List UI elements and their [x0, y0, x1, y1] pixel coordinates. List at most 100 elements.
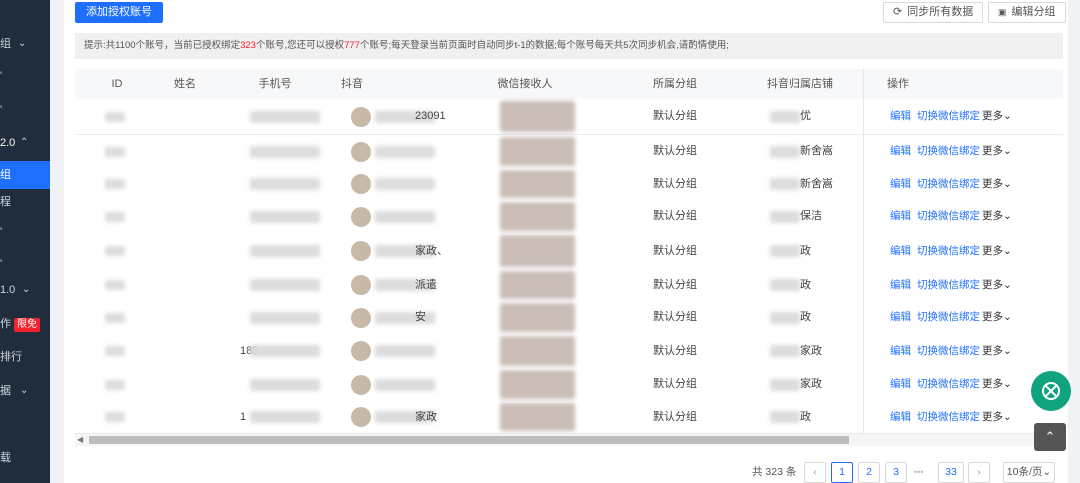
avatar [351, 142, 371, 162]
sidebar-item-label: 作 [0, 318, 11, 330]
edit-link[interactable]: 编辑 [890, 99, 911, 134]
shop-cell: 优 [800, 110, 811, 122]
accounts-table: ID 姓名 手机号 抖音 微信接收人 所属分组 抖音归属店铺 操作 23091 默… [75, 69, 1063, 433]
chat-assistant-button[interactable] [1031, 371, 1071, 411]
page-2-button[interactable]: 2 [858, 462, 880, 483]
shop-blur [770, 312, 800, 324]
sidebar-item-v2[interactable]: 2.0 ⌃ [0, 129, 50, 157]
sync-all-button[interactable]: ⟳ 同步所有数据 [883, 2, 984, 23]
wechat-blur [500, 170, 575, 198]
add-account-button[interactable]: 添加授权账号 [75, 2, 163, 23]
next-page-button[interactable]: › [968, 462, 990, 483]
col-id: ID [111, 78, 123, 90]
switch-wechat-link[interactable]: 切换微信绑定 [917, 368, 980, 401]
douyin-cell: 派遣 [415, 279, 437, 291]
switch-wechat-link[interactable]: 切换微信绑定 [917, 301, 980, 334]
wechat-blur [500, 370, 575, 399]
shop-cell: 政 [800, 411, 811, 423]
group-cell: 默认分组 [653, 145, 697, 157]
page-size-select[interactable]: 10条/页⌄ [1003, 462, 1055, 483]
page-3-button[interactable]: 3 [885, 462, 907, 483]
scroll-thumb[interactable] [89, 436, 849, 444]
edit-link[interactable]: 编辑 [890, 368, 911, 401]
sidebar-item-label: 组 [0, 38, 11, 50]
avatar [351, 375, 371, 395]
sidebar-item-1[interactable]: 组 ⌄ [0, 30, 50, 58]
table-row: 185默认分组家政编辑切换微信绑定更多⌄ [75, 334, 1063, 369]
sidebar-item-download[interactable]: 载 [0, 444, 50, 472]
more-dropdown[interactable]: 更多⌄ [982, 269, 1012, 301]
table-row: 家政、 默认分组 政 编辑 切换微信绑定 更多⌄ [75, 233, 1063, 270]
sidebar-item-label: ' [0, 258, 3, 270]
id-cell [105, 280, 125, 290]
switch-wechat-link[interactable]: 切换微信绑定 [917, 135, 980, 168]
id-cell [105, 313, 125, 323]
more-dropdown[interactable]: 更多⌄ [982, 334, 1012, 368]
group-cell: 默认分组 [653, 279, 697, 291]
edit-icon: ▣ [998, 7, 1007, 17]
page-ellipsis[interactable]: ••• [914, 462, 923, 482]
sidebar-item-label: 组 [0, 169, 11, 181]
phone-blur [250, 111, 320, 123]
shop-blur [770, 279, 800, 291]
horizontal-scrollbar[interactable]: ◀ [75, 433, 1063, 446]
more-dropdown[interactable]: 更多⌄ [982, 301, 1012, 334]
edit-link[interactable]: 编辑 [890, 269, 911, 301]
switch-wechat-link[interactable]: 切换微信绑定 [917, 168, 980, 200]
edit-link[interactable]: 编辑 [890, 401, 911, 433]
id-cell [105, 179, 125, 189]
sidebar-item-free[interactable]: 作限免 [0, 310, 50, 338]
bound-count: 323 [240, 40, 256, 51]
switch-wechat-link[interactable]: 切换微信绑定 [917, 269, 980, 301]
scroll-left-icon[interactable]: ◀ [77, 434, 83, 446]
sidebar-item-v1[interactable]: 1.0 ⌄ [0, 276, 50, 304]
back-to-top-button[interactable]: ⌃ [1034, 423, 1066, 451]
douyin-blur [375, 146, 435, 158]
more-dropdown[interactable]: 更多⌄ [982, 368, 1012, 401]
shop-cell: 政 [800, 245, 811, 257]
sidebar-item-6[interactable]: 程 [0, 188, 50, 216]
col-wechat: 微信接收人 [497, 78, 553, 90]
edit-group-button[interactable]: ▣ 编辑分组 [988, 2, 1066, 23]
douyin-blur [375, 178, 435, 190]
wechat-blur [500, 137, 575, 166]
col-phone: 手机号 [258, 78, 292, 90]
switch-wechat-link[interactable]: 切换微信绑定 [917, 401, 980, 433]
prev-page-button[interactable]: ‹ [804, 462, 826, 483]
more-dropdown[interactable]: 更多⌄ [982, 135, 1012, 168]
sidebar-item-3[interactable]: ' [0, 96, 50, 124]
notice-text-2: 个账号,您还可以授权 [255, 40, 345, 51]
sidebar-item-8[interactable]: ' [0, 250, 50, 278]
wechat-blur [500, 235, 575, 267]
sync-all-label: 同步所有数据 [907, 6, 974, 18]
sidebar-item-7[interactable]: ' [0, 218, 50, 246]
edit-link[interactable]: 编辑 [890, 233, 911, 269]
switch-wechat-link[interactable]: 切换微信绑定 [917, 99, 980, 134]
shop-cell: 家政 [800, 378, 822, 390]
page-last-button[interactable]: 33 [938, 462, 964, 483]
edit-link[interactable]: 编辑 [890, 135, 911, 168]
remain-count: 777 [344, 40, 360, 51]
more-dropdown[interactable]: 更多⌄ [982, 200, 1012, 233]
table-row: 默认分组 家政 编辑 切换微信绑定 更多⌄ [75, 368, 1063, 402]
sidebar-item-rank[interactable]: 排行 [0, 343, 50, 371]
douyin-cell: 23091 [415, 110, 446, 122]
douyin-blur [375, 211, 435, 223]
table-row: 派遣 默认分组 政 编辑 切换微信绑定 更多⌄ [75, 269, 1063, 302]
more-dropdown[interactable]: 更多⌄ [982, 99, 1012, 134]
more-dropdown[interactable]: 更多⌄ [982, 401, 1012, 433]
page-1-button[interactable]: 1 [831, 462, 853, 483]
edit-link[interactable]: 编辑 [890, 334, 911, 368]
switch-wechat-link[interactable]: 切换微信绑定 [917, 200, 980, 233]
edit-link[interactable]: 编辑 [890, 301, 911, 334]
sidebar-item-data[interactable]: 据 ⌄ [0, 377, 50, 405]
edit-link[interactable]: 编辑 [890, 200, 911, 233]
switch-wechat-link[interactable]: 切换微信绑定 [917, 334, 980, 368]
edit-link[interactable]: 编辑 [890, 168, 911, 200]
id-cell [105, 212, 125, 222]
more-dropdown[interactable]: 更多⌄ [982, 233, 1012, 269]
sidebar-item-2[interactable]: ' [0, 62, 50, 90]
switch-wechat-link[interactable]: 切换微信绑定 [917, 233, 980, 269]
more-dropdown[interactable]: 更多⌄ [982, 168, 1012, 200]
sidebar-item-active[interactable]: 组 [0, 161, 50, 189]
